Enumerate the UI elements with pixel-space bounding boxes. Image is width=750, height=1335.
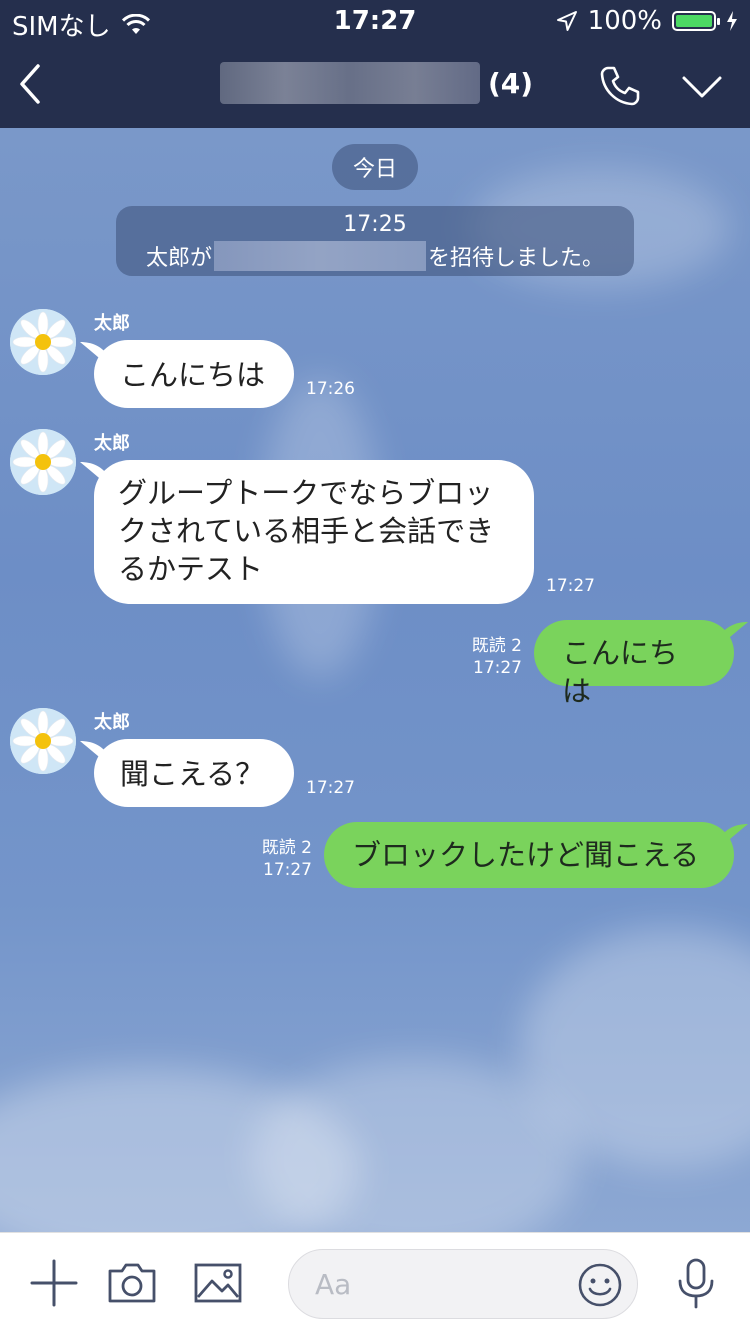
emoji-icon[interactable] (577, 1262, 623, 1308)
location-arrow-icon (556, 11, 577, 31)
daisy-icon (10, 708, 76, 774)
bubble-tail (718, 622, 748, 648)
blurred-group-name (220, 62, 480, 104)
message-bubble-incoming[interactable]: 聞こえる？ (94, 739, 294, 807)
message-time: 17:27 (306, 778, 355, 798)
member-count: (4) (488, 66, 534, 100)
message-line: グループトークでならブロッ (118, 476, 494, 510)
message-time: 17:27 (473, 658, 522, 678)
chat-header: (4) (0, 40, 750, 128)
back-chevron-icon[interactable] (14, 62, 54, 106)
plus-icon[interactable] (28, 1257, 80, 1309)
message-line: るかテスト (118, 552, 264, 586)
avatar[interactable] (10, 309, 76, 375)
sender-name: 太郎 (94, 712, 130, 733)
image-icon[interactable] (192, 1257, 244, 1309)
system-message-text: 太郎が を招待しました。 (116, 240, 634, 272)
message-bubble-incoming[interactable]: こんにちは (94, 340, 294, 408)
daisy-icon (10, 429, 76, 495)
message-line: クされている相手と会話でき (118, 514, 495, 548)
chevron-down-icon[interactable] (678, 66, 726, 106)
system-message-prefix: 太郎が (145, 246, 212, 271)
sender-name: 太郎 (94, 433, 130, 454)
system-message: 17:25 太郎が を招待しました。 (116, 206, 634, 276)
message-input-placeholder: Aa (315, 1268, 352, 1301)
battery-icon (672, 11, 720, 31)
battery-percent: 100% (587, 6, 662, 36)
bubble-tail (718, 824, 748, 850)
message-meta: 既読 2 17:27 (448, 635, 522, 679)
status-right: 100% (556, 6, 738, 36)
message-meta: 既読 2 17:27 (238, 837, 312, 881)
camera-icon[interactable] (106, 1257, 158, 1309)
date-divider: 今日 (332, 144, 418, 190)
daisy-icon (10, 309, 76, 375)
chat-area[interactable]: 今日 17:25 太郎が を招待しました。 太郎 こんにちは 17:26 太郎 … (0, 128, 750, 1232)
status-bar: SIMなし 17:27 100% (0, 0, 750, 42)
read-receipt: 既読 2 (471, 636, 522, 656)
message-input-bar: Aa (0, 1232, 750, 1335)
blurred-invitee-name (214, 241, 426, 271)
avatar[interactable] (10, 708, 76, 774)
system-message-suffix: を招待しました。 (428, 246, 605, 271)
message-time: 17:27 (263, 860, 312, 880)
message-time: 17:27 (546, 576, 595, 596)
message-input[interactable]: Aa (288, 1249, 638, 1319)
message-bubble-outgoing[interactable]: こんにちは (534, 620, 734, 708)
microphone-icon[interactable] (670, 1257, 722, 1309)
system-message-time: 17:25 (343, 212, 407, 237)
avatar[interactable] (10, 429, 76, 495)
read-receipt: 既読 2 (261, 838, 312, 858)
message-bubble-outgoing[interactable]: ブロックしたけど聞こえる (324, 822, 734, 888)
phone-icon[interactable] (596, 62, 644, 110)
message-time: 17:26 (306, 379, 355, 399)
sender-name: 太郎 (94, 313, 130, 334)
chat-title[interactable]: (4) (220, 62, 533, 104)
charging-bolt-icon (727, 11, 737, 31)
message-bubble-incoming[interactable]: グループトークでならブロッ クされている相手と会話でき るかテスト (94, 460, 534, 604)
